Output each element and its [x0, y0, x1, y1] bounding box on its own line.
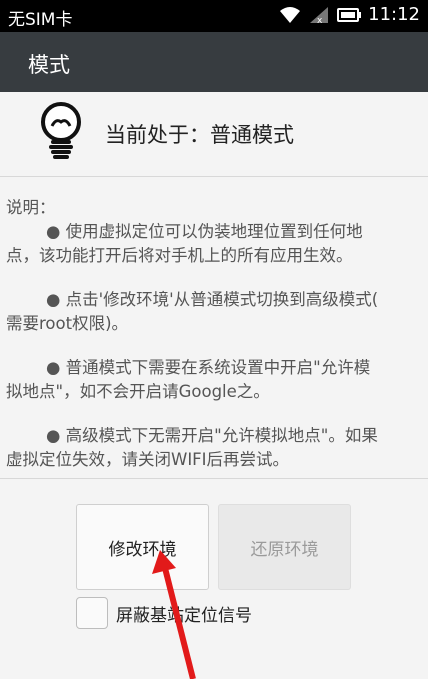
- clock: 11:12: [368, 4, 420, 25]
- description-line: ● 高级模式下无需开启"允许模拟地点"。如果: [46, 426, 378, 445]
- description-line: 虚拟定位失效，请关闭WIFI后再尝试。: [6, 450, 290, 469]
- divider: [0, 478, 428, 479]
- battery-icon: [337, 7, 362, 22]
- description-line: 需要root权限)。: [6, 314, 129, 333]
- page-title: 模式: [28, 53, 70, 77]
- divider: [0, 176, 428, 177]
- carrier-label: 无SIM卡: [8, 10, 73, 30]
- modify-environment-button[interactable]: 修改环境: [76, 504, 209, 590]
- action-bar: 模式: [0, 32, 428, 92]
- wifi-icon: [280, 6, 301, 23]
- block-cell-location-label: 屏蔽基站定位信号: [116, 605, 252, 626]
- signal-icon: x: [310, 6, 329, 25]
- current-mode-label: 当前处于：普通模式: [105, 123, 294, 147]
- svg-text:x: x: [317, 16, 323, 25]
- description-item: ● 使用虚拟定位可以伪装地理位置到任何地 点，该功能打开后将对手机上的所有应用生…: [6, 220, 424, 268]
- status-icons: x 11:12: [278, 4, 420, 25]
- description-line: ● 点击'修改环境'从普通模式切换到高级模式(: [46, 290, 379, 309]
- status-bar: 无SIM卡 x 11:12: [0, 0, 428, 32]
- block-cell-location-option[interactable]: 屏蔽基站定位信号: [76, 596, 252, 630]
- restore-environment-button[interactable]: 还原环境: [218, 504, 351, 590]
- description-item: ● 高级模式下无需开启"允许模拟地点"。如果 虚拟定位失效，请关闭WIFI后再尝…: [6, 424, 424, 472]
- description-heading: 说明：: [6, 198, 56, 217]
- description-line: ● 使用虚拟定位可以伪装地理位置到任何地: [46, 222, 363, 241]
- description-line: 点，该功能打开后将对手机上的所有应用生效。: [6, 246, 353, 265]
- block-cell-location-checkbox[interactable]: [76, 597, 108, 629]
- lightbulb-icon: [41, 102, 81, 159]
- mode-status-row: 当前处于：普通模式: [0, 92, 428, 176]
- description-line: 拟地点"，如不会开启请Google之。: [6, 382, 270, 401]
- description-line: ● 普通模式下需要在系统设置中开启"允许模: [46, 358, 371, 377]
- description-section: 说明： ● 使用虚拟定位可以伪装地理位置到任何地 点，该功能打开后将对手机上的所…: [6, 196, 424, 472]
- description-item: ● 点击'修改环境'从普通模式切换到高级模式( 需要root权限)。: [6, 288, 424, 336]
- description-item: ● 普通模式下需要在系统设置中开启"允许模 拟地点"，如不会开启请Google之…: [6, 356, 424, 404]
